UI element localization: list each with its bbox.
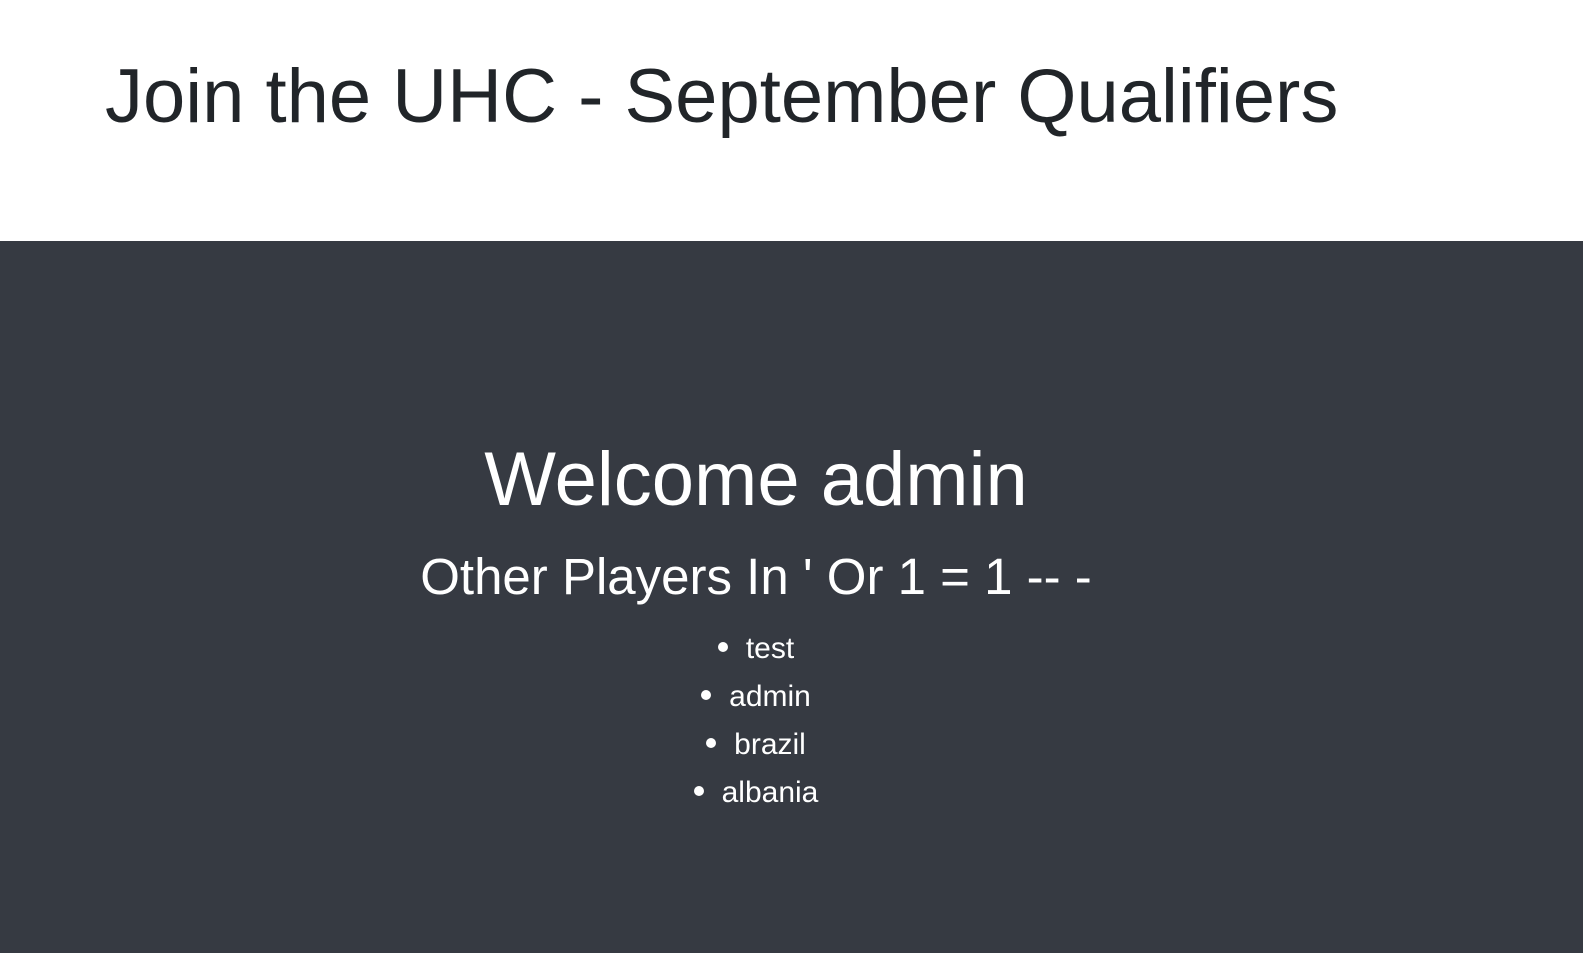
page: Join the UHC - September Qualifiers Welc… <box>0 0 1583 953</box>
bullet-icon <box>693 786 704 797</box>
list-item: albania <box>0 769 1512 817</box>
list-item: brazil <box>0 721 1512 769</box>
bullet-icon <box>701 690 712 701</box>
players-heading: Other Players In ' Or 1 = 1 -- - <box>420 548 1092 605</box>
player-list: test admin brazil albania <box>0 625 1512 817</box>
player-name: test <box>745 632 795 665</box>
player-name: brazil <box>734 728 806 761</box>
list-item: admin <box>0 673 1512 721</box>
bullet-icon <box>717 642 728 653</box>
welcome-heading: Welcome admin <box>484 437 1028 522</box>
player-name: albania <box>721 776 819 809</box>
bullet-icon <box>706 738 717 749</box>
player-name: admin <box>729 680 811 713</box>
list-item: test <box>0 625 1512 673</box>
header: Join the UHC - September Qualifiers <box>0 0 1583 241</box>
page-title: Join the UHC - September Qualifiers <box>105 54 1339 139</box>
main-section: Welcome admin Other Players In ' Or 1 = … <box>0 241 1583 953</box>
